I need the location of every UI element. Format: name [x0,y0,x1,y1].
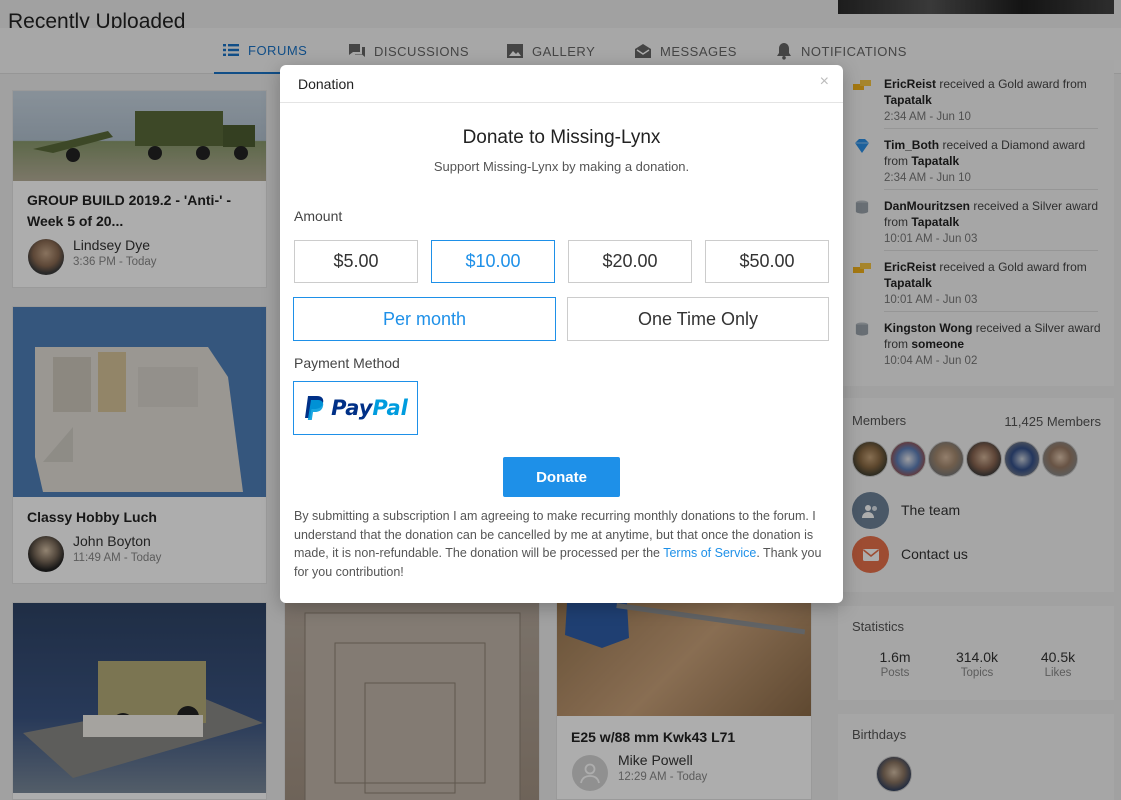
donation-modal: Donation × Donate to Missing-Lynx Suppor… [280,65,843,603]
amount-option-5[interactable]: $5.00 [294,240,418,283]
terms-link[interactable]: Terms of Service [663,546,756,560]
paypal-logo: PayPal [331,396,408,420]
amount-option-50[interactable]: $50.00 [705,240,829,283]
donate-subheading: Support Missing-Lynx by making a donatio… [433,159,690,174]
donate-button[interactable]: Donate [503,457,620,497]
close-icon[interactable]: × [820,73,829,91]
modal-title: Donation [298,76,355,92]
paypal-option[interactable]: PayPal [293,381,418,435]
disclaimer-text: By submitting a subscription I am agreei… [294,507,829,581]
amount-option-10[interactable]: $10.00 [431,240,555,283]
amount-label: Amount [294,208,343,224]
frequency-one-time[interactable]: One Time Only [567,297,829,341]
payment-method-label: Payment Method [294,355,400,371]
paypal-icon [305,396,324,420]
paypal-logo-pay: Pay [331,396,373,420]
frequency-per-month[interactable]: Per month [293,297,556,341]
modal-header: Donation × [280,65,843,103]
amount-option-20[interactable]: $20.00 [568,240,692,283]
donate-heading: Donate to Missing-Lynx [462,127,661,148]
paypal-logo-pal: Pal [372,396,408,420]
